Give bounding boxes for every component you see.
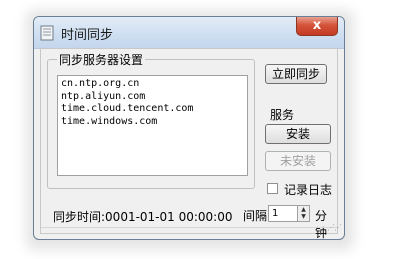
time-sync-window: 时间同步 x 同步服务器设置 cn.ntp.org.cn ntp.aliyun.… [33,16,345,240]
server-settings-label: 同步服务器设置 [57,51,146,68]
window-title: 时间同步 [61,28,114,43]
chevron-up-icon[interactable]: ▲ [298,206,309,213]
server-list-textarea[interactable]: cn.ntp.org.cn ntp.aliyun.com time.cloud.… [57,75,248,176]
close-button[interactable]: x [296,17,338,36]
status-bar [41,227,337,234]
title-bar[interactable]: 时间同步 x [34,17,344,49]
server-entry: time.windows.com [61,115,158,127]
uninstall-button[interactable]: 未安装 [265,151,331,171]
interval-label: 间隔 [243,209,268,223]
server-entry: time.cloud.tencent.com [61,103,194,114]
sync-time-text: 同步时间:0001-01-01 00:00:00 [53,210,233,224]
sync-now-button[interactable]: 立即同步 [265,64,327,84]
chevron-down-icon[interactable]: ▼ [298,213,309,220]
resize-grip-icon[interactable]: ⋰⋰ [327,223,342,232]
log-label: 记录日志 [284,183,333,197]
server-entry: ntp.aliyun.com [61,90,146,102]
server-entry: cn.ntp.org.cn [61,78,140,89]
close-icon: x [312,18,322,33]
interval-input[interactable]: 1 [268,205,298,222]
interval-stepper[interactable]: ▲ ▼ [298,205,310,222]
install-button[interactable]: 安装 [265,124,331,144]
log-checkbox[interactable] [267,183,278,194]
service-label: 服务 [270,108,295,122]
app-icon [40,25,54,41]
client-area: 同步服务器设置 cn.ntp.org.cn ntp.aliyun.com tim… [40,48,338,239]
